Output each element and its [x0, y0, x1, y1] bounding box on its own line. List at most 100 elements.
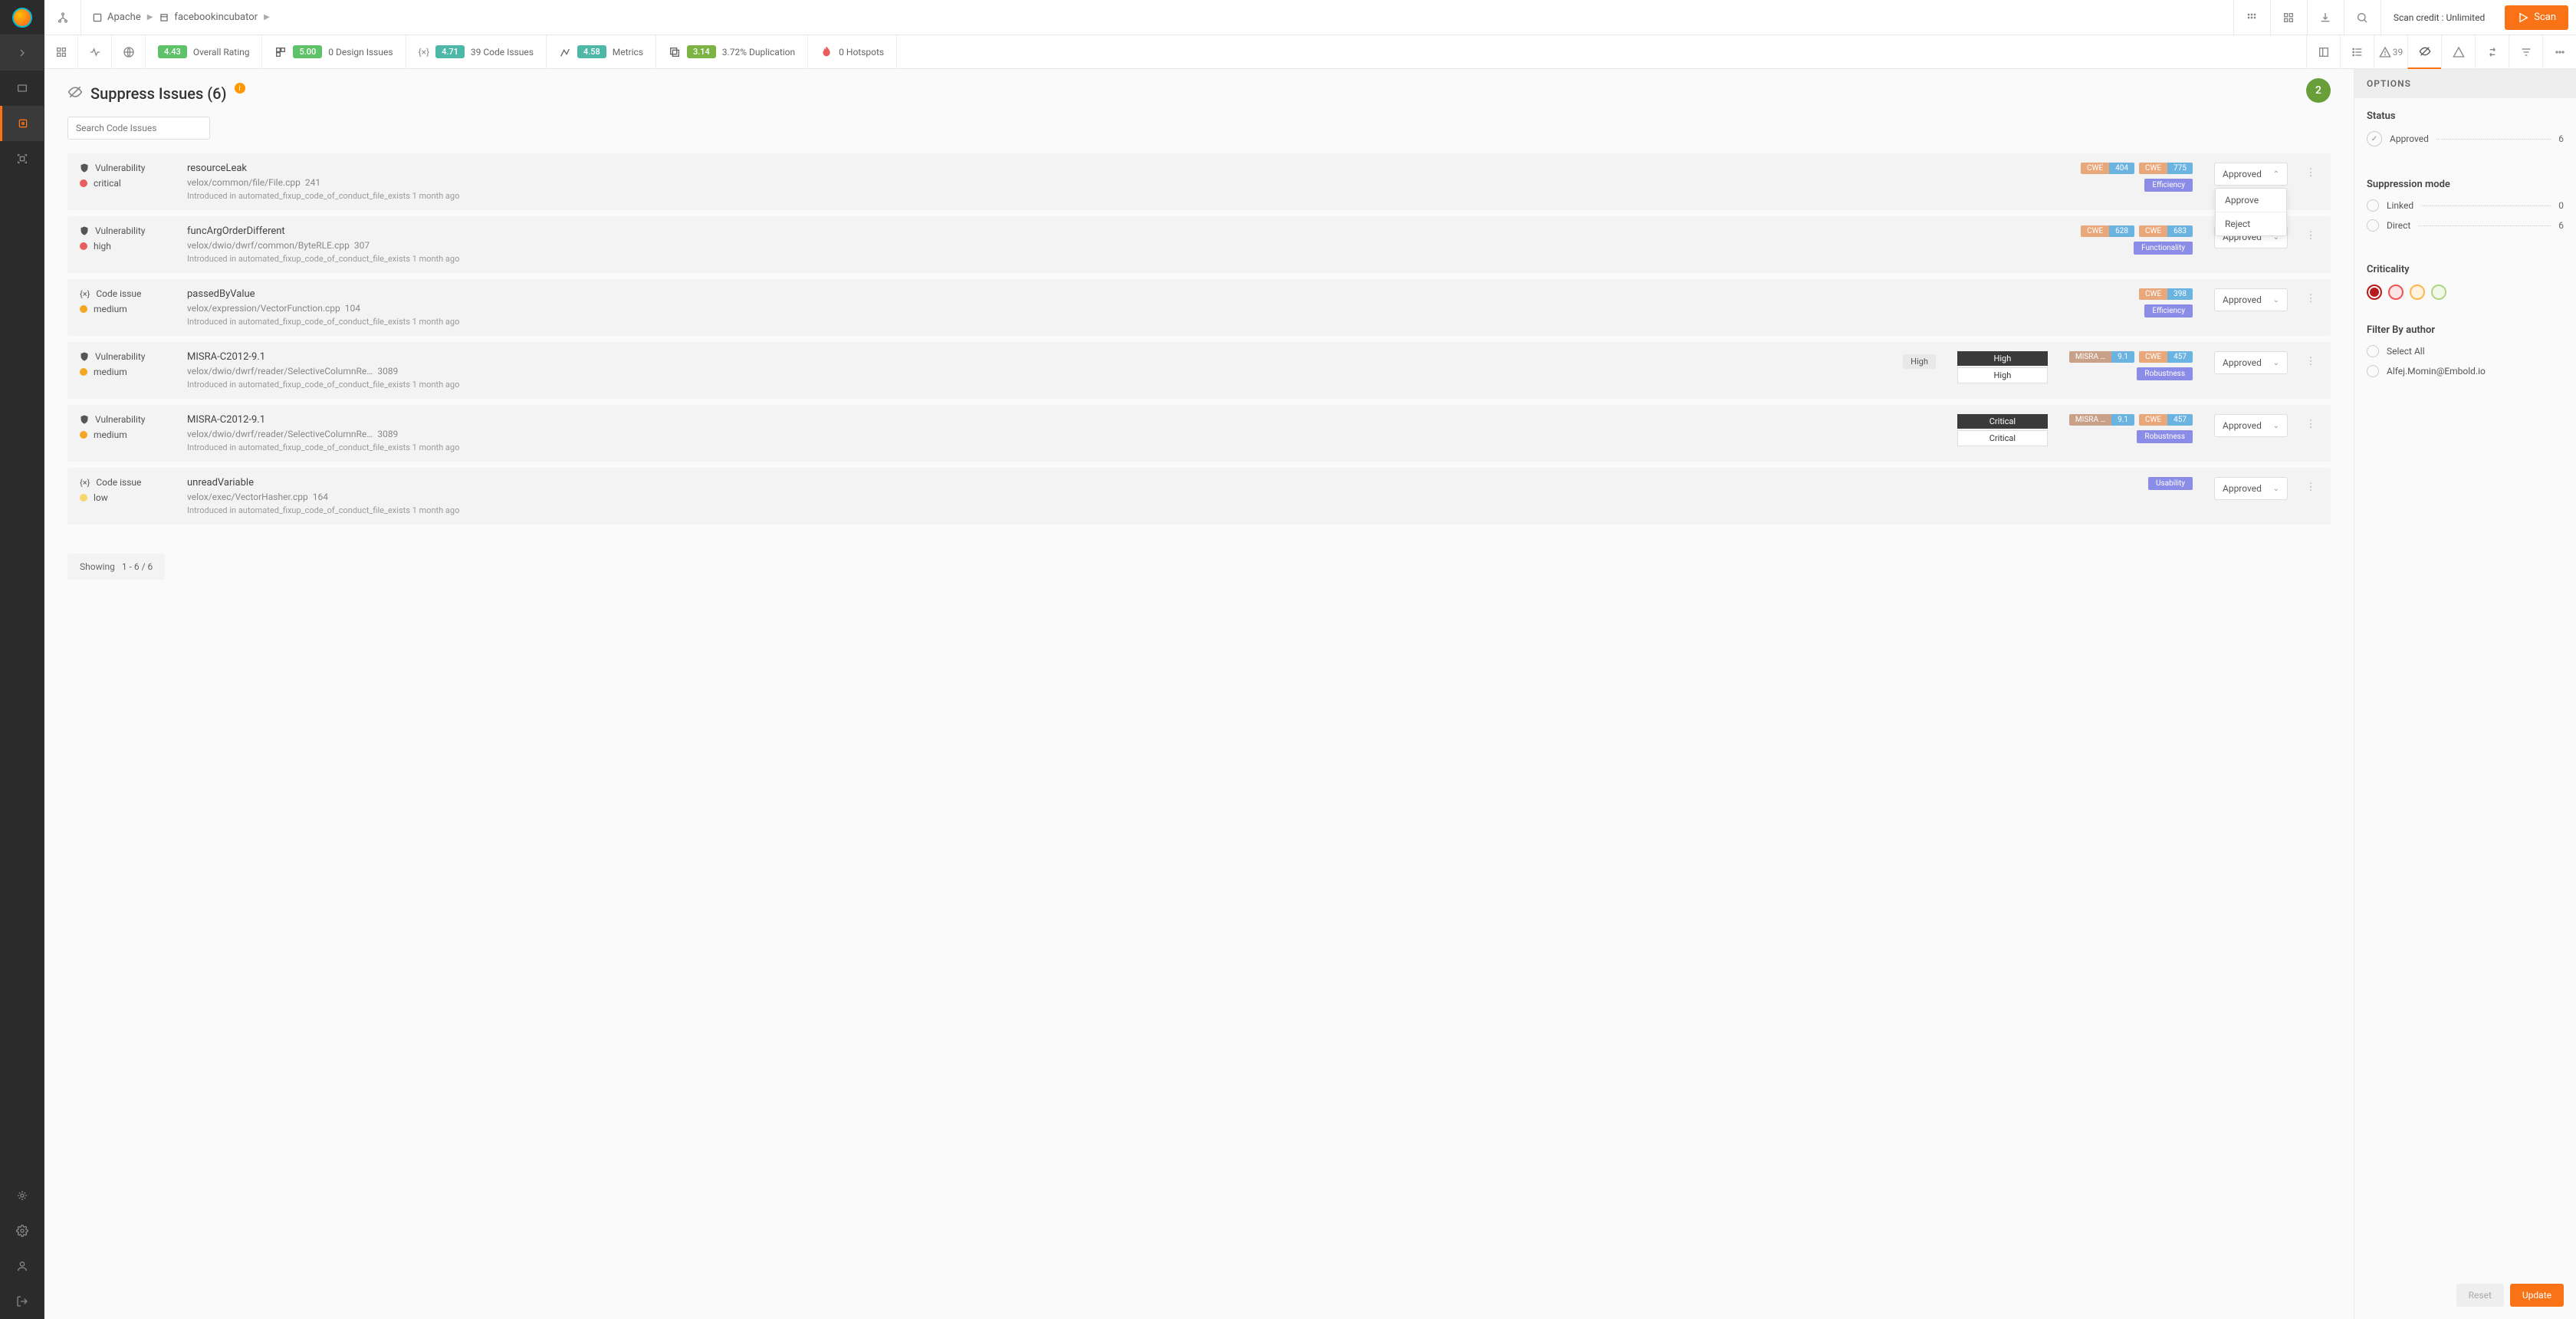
status-dropdown[interactable]: Approved⌄	[2214, 288, 2288, 311]
metric-code[interactable]: {×}4.7139 Code Issues	[406, 35, 547, 69]
help-icon[interactable]: i	[235, 83, 245, 94]
filter-icon[interactable]	[2509, 35, 2542, 69]
select-all-row[interactable]: Select All	[2367, 345, 2564, 357]
issue-severity: medium	[94, 304, 127, 314]
radio-icon	[2367, 345, 2379, 357]
criticality-high[interactable]	[2388, 285, 2404, 300]
chevron-down-icon: ⌄	[2273, 359, 2279, 367]
status-approved-row[interactable]: ✓ Approved 6	[2367, 131, 2564, 146]
more-icon[interactable]: ⋮	[2303, 230, 2318, 242]
criticality-critical[interactable]	[2367, 285, 2382, 300]
criticality-low[interactable]	[2431, 285, 2446, 300]
apps-icon[interactable]	[2270, 0, 2307, 35]
more-icon[interactable]: ⋮	[2303, 293, 2318, 304]
step-badge: 2	[2306, 78, 2331, 103]
download-icon[interactable]	[2307, 0, 2344, 35]
radio-icon	[2367, 199, 2379, 212]
supp-direct-row[interactable]: Direct6	[2367, 219, 2564, 232]
severity-dot	[80, 368, 87, 376]
severity-block: CriticalCritical	[1957, 414, 2048, 446]
sidebar-expand[interactable]	[0, 35, 44, 71]
rail-user-icon[interactable]	[0, 1248, 44, 1284]
severity-dot	[80, 179, 87, 187]
issue-intro: Introduced in automated_fixup_code_of_co…	[187, 442, 1942, 452]
issue-type: Code issue	[96, 477, 141, 488]
compare-icon[interactable]	[2475, 35, 2509, 69]
radio-icon	[2367, 365, 2379, 377]
chevron-right-icon: ▶	[264, 13, 270, 21]
more-icon[interactable]: ⋮	[2303, 356, 2318, 367]
rail-settings-icon[interactable]	[0, 1213, 44, 1248]
issue-name: funcArgOrderDifferent	[187, 225, 2065, 237]
cwe-tag: CWE628	[2081, 225, 2134, 237]
issue-path: velox/dwio/dwrf/reader/SelectiveColumnRe…	[187, 429, 1942, 439]
hint-pill: High	[1903, 354, 1936, 369]
issue-row[interactable]: {×}Code issue low unreadVariable velox/e…	[67, 468, 2331, 525]
issue-path: velox/common/file/File.cpp241	[187, 177, 2065, 188]
metric-design[interactable]: 5.000 Design Issues	[262, 35, 406, 69]
dashboard-icon[interactable]	[44, 35, 78, 69]
crumb-repo[interactable]: facebookincubator	[159, 12, 258, 23]
issue-row[interactable]: {×}Code issue medium passedByValue velox…	[67, 279, 2331, 336]
update-button[interactable]: Update	[2510, 1284, 2564, 1307]
status-approve[interactable]: Approve	[2216, 189, 2286, 212]
metric-metrics[interactable]: 4.58Metrics	[547, 35, 656, 69]
more-icon[interactable]: ⋮	[2303, 419, 2318, 430]
rail-project-icon[interactable]	[0, 71, 44, 106]
grid-icon[interactable]	[2233, 0, 2270, 35]
issue-path: velox/dwio/dwrf/common/ByteRLE.cpp307	[187, 240, 2065, 251]
severity-dot	[80, 305, 87, 313]
supp-linked-row[interactable]: Linked0	[2367, 199, 2564, 212]
status-dropdown[interactable]: Approved⌄	[2214, 414, 2288, 437]
issue-name: passedByValue	[187, 288, 2124, 300]
more-icon[interactable]: ⋮	[2303, 167, 2318, 179]
layout-icon[interactable]	[2306, 35, 2340, 69]
issue-intro: Introduced in automated_fixup_code_of_co…	[187, 254, 2065, 264]
page-title: Suppress Issues (6)	[90, 84, 227, 103]
rail-issues-icon[interactable]	[0, 106, 44, 141]
globe-icon[interactable]	[112, 35, 146, 69]
reset-button[interactable]: Reset	[2456, 1284, 2504, 1307]
rail-scan-icon[interactable]	[0, 141, 44, 176]
search-icon[interactable]	[2344, 0, 2380, 35]
more-icon[interactable]	[2542, 35, 2576, 69]
issue-name: MISRA-C2012-9.1	[187, 351, 1888, 363]
issue-row[interactable]: Vulnerability medium MISRA-C2012-9.1 vel…	[67, 342, 2331, 399]
status-dropdown[interactable]: Approved⌄	[2214, 351, 2288, 374]
scan-button[interactable]: Scan	[2505, 5, 2568, 30]
rail-logout-icon[interactable]	[0, 1284, 44, 1319]
warnings-icon[interactable]: 39	[2374, 35, 2407, 69]
issue-type: Vulnerability	[95, 225, 145, 236]
issue-row[interactable]: Vulnerability high funcArgOrderDifferent…	[67, 216, 2331, 273]
issue-name: resourceLeak	[187, 163, 2065, 174]
criticality-medium[interactable]	[2410, 285, 2425, 300]
crumb-org[interactable]: Apache	[92, 12, 141, 23]
severity-dot	[80, 242, 87, 250]
metric-hotspots[interactable]: 0 Hotspots	[808, 35, 897, 69]
rail-integrations-icon[interactable]	[0, 1178, 44, 1213]
activity-icon[interactable]	[78, 35, 112, 69]
author-row[interactable]: Alfej.Momin@Embold.io	[2367, 365, 2564, 377]
more-icon[interactable]: ⋮	[2303, 482, 2318, 493]
list-icon[interactable]	[2340, 35, 2374, 69]
status-dropdown[interactable]: Approved⌄	[2214, 477, 2288, 500]
status-dropdown[interactable]: Approved⌃ApproveReject	[2214, 163, 2288, 186]
breadcrumb: Apache ▶ facebookincubator ▶	[81, 12, 281, 23]
hierarchy-icon[interactable]	[44, 0, 81, 35]
cwe-tag: CWE775	[2139, 163, 2193, 174]
cwe-tag: MISRA …9.1	[2069, 414, 2134, 426]
alert-icon[interactable]	[2441, 35, 2475, 69]
radio-icon	[2367, 219, 2379, 232]
severity-dot	[80, 431, 87, 439]
status-reject[interactable]: Reject	[2216, 212, 2286, 235]
metric-overall[interactable]: 4.43Overall Rating	[146, 35, 262, 69]
search-input[interactable]	[67, 117, 210, 140]
suppress-icon[interactable]	[2407, 35, 2441, 69]
issue-path: velox/exec/VectorHasher.cpp164	[187, 492, 2133, 502]
app-logo[interactable]	[0, 0, 44, 35]
issue-row[interactable]: Vulnerability medium MISRA-C2012-9.1 vel…	[67, 405, 2331, 462]
metric-duplication[interactable]: 3.143.72% Duplication	[656, 35, 808, 69]
issue-row[interactable]: Vulnerability critical resourceLeak velo…	[67, 153, 2331, 210]
cwe-tag: CWE457	[2139, 414, 2193, 426]
issue-type: Vulnerability	[95, 414, 145, 425]
